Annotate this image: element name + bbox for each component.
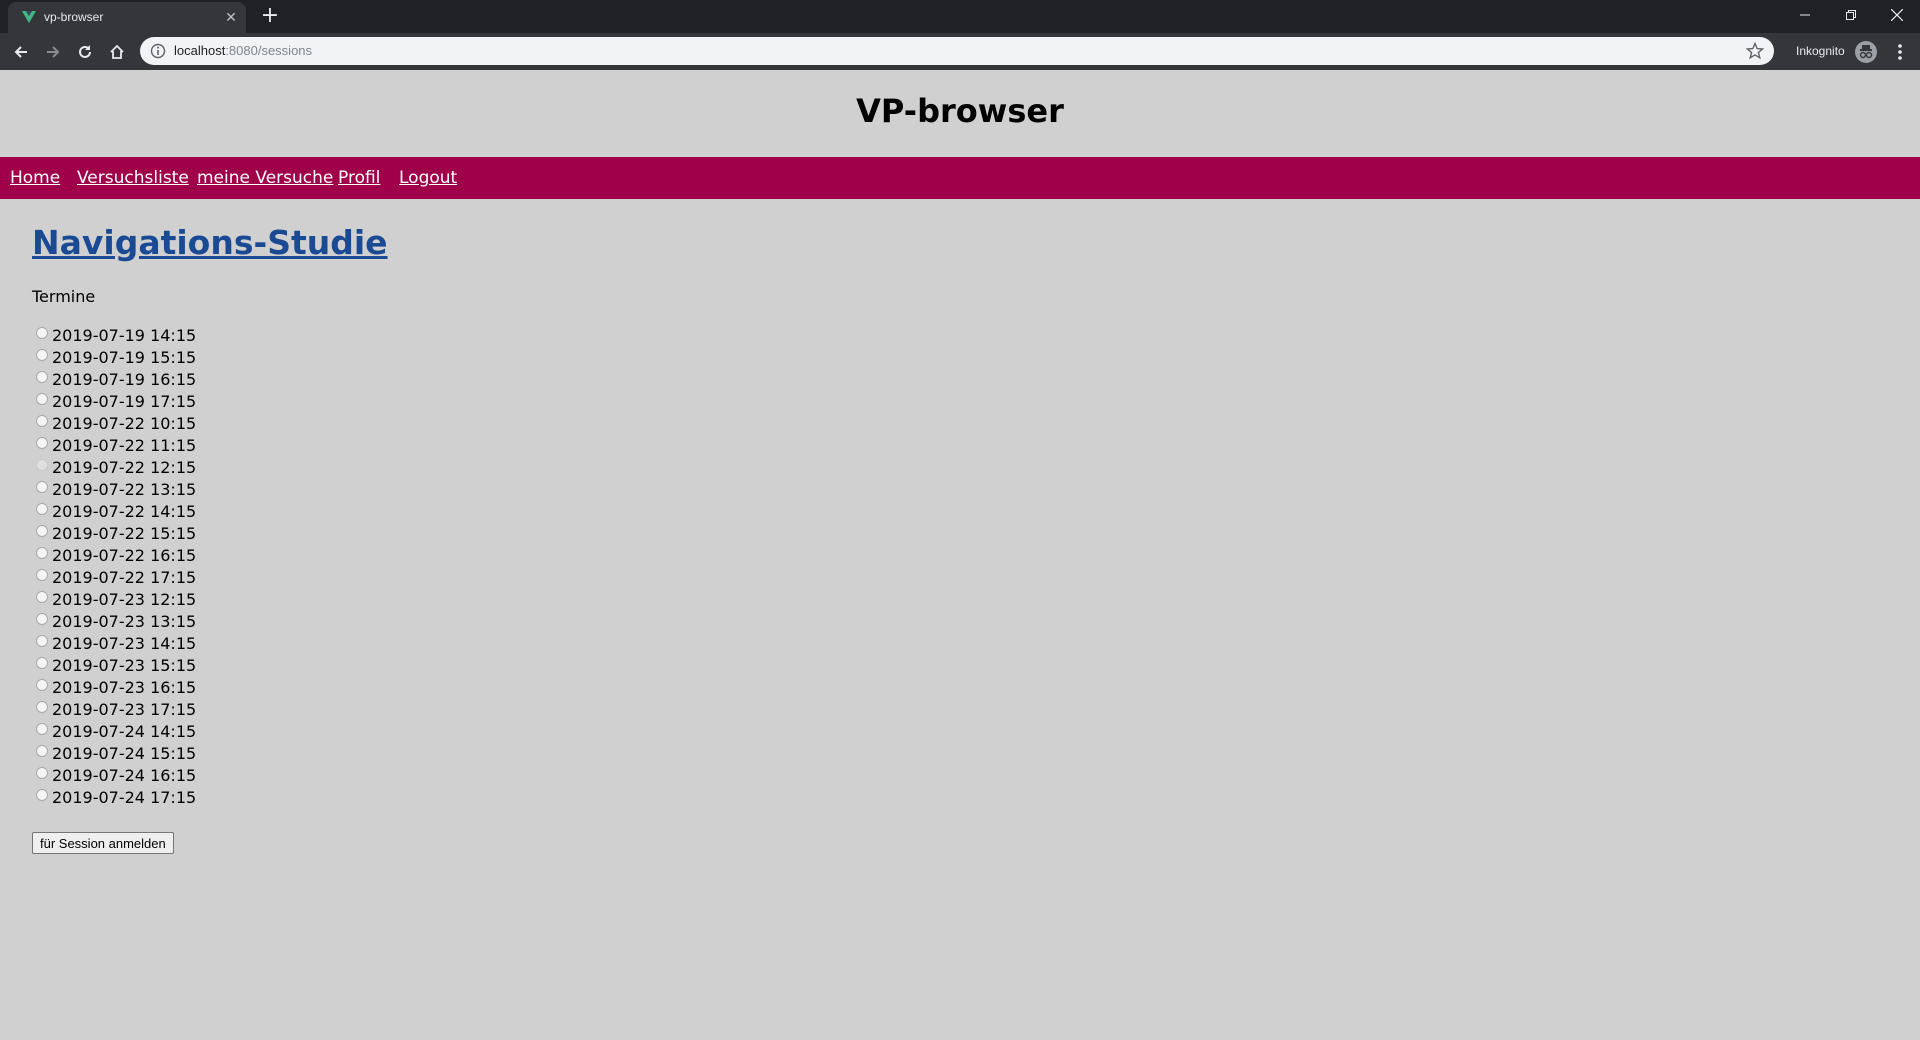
session-slot[interactable]: 2019-07-22 12:15 [36,456,196,478]
slot-label: 2019-07-23 15:15 [52,655,197,675]
home-icon[interactable] [104,39,130,65]
slot-radio[interactable] [36,327,48,339]
slot-radio[interactable] [36,481,48,493]
main-navbar: Home Versuchsliste meine Versuche Profil… [0,157,1920,199]
session-slot[interactable]: 2019-07-22 10:15 [36,412,196,434]
vue-logo-icon [22,11,36,23]
register-session-button[interactable]: für Session anmelden [32,832,174,854]
session-slot-list: 2019-07-19 14:15 2019-07-19 15:15 2019-0… [36,324,196,808]
incognito-icon[interactable] [1855,41,1877,63]
slot-label: 2019-07-19 17:15 [52,391,197,411]
session-slot[interactable]: 2019-07-23 15:15 [36,654,196,676]
nav-link-home[interactable]: Home [10,168,60,188]
tab-title: vp-browser [44,10,104,24]
nav-link-meine-versuche[interactable]: meine Versuche [197,168,333,188]
slot-label: 2019-07-23 13:15 [52,611,197,631]
slot-radio[interactable] [36,657,48,669]
session-slot[interactable]: 2019-07-22 14:15 [36,500,196,522]
slot-label: 2019-07-19 15:15 [52,347,197,367]
slot-radio[interactable] [36,635,48,647]
info-icon[interactable] [150,43,166,59]
slot-radio[interactable] [36,349,48,361]
slot-label: 2019-07-24 15:15 [52,743,197,763]
session-slot[interactable]: 2019-07-19 17:15 [36,390,196,412]
minimize-icon[interactable] [1782,0,1828,30]
session-slot[interactable]: 2019-07-19 14:15 [36,324,196,346]
slot-radio[interactable] [36,613,48,625]
page-content: VP-browser Home Versuchsliste meine Vers… [0,70,1920,1040]
slot-label: 2019-07-22 16:15 [52,545,197,565]
session-slot[interactable]: 2019-07-24 14:15 [36,720,196,742]
slot-radio[interactable] [36,701,48,713]
incognito-label: Inkognito [1796,44,1845,58]
slot-label: 2019-07-23 12:15 [52,589,197,609]
address-bar[interactable]: localhost:8080/sessions [140,37,1774,65]
slot-label: 2019-07-19 16:15 [52,369,197,389]
slot-label: 2019-07-22 14:15 [52,501,197,521]
bookmark-star-icon[interactable] [1746,42,1764,60]
slot-radio[interactable] [36,393,48,405]
session-slot[interactable]: 2019-07-19 15:15 [36,346,196,368]
slot-label: 2019-07-22 13:15 [52,479,197,499]
slot-radio[interactable] [36,767,48,779]
browser-tabstrip: vp-browser ✕ + [0,0,1920,33]
session-slot[interactable]: 2019-07-23 17:15 [36,698,196,720]
slot-label: 2019-07-23 16:15 [52,677,197,697]
slot-radio[interactable] [36,745,48,757]
new-tab-icon[interactable]: + [258,5,282,29]
tab-close-icon[interactable]: ✕ [223,10,239,26]
session-slot[interactable]: 2019-07-23 12:15 [36,588,196,610]
slot-radio[interactable] [36,503,48,515]
slot-label: 2019-07-22 12:15 [52,457,197,477]
back-arrow-icon[interactable] [8,39,34,65]
slot-radio[interactable] [36,569,48,581]
slot-label: 2019-07-22 11:15 [52,435,197,455]
session-slot[interactable]: 2019-07-24 17:15 [36,786,196,808]
close-window-icon[interactable] [1874,0,1920,30]
session-slot[interactable]: 2019-07-22 15:15 [36,522,196,544]
slot-radio[interactable] [36,679,48,691]
slot-radio[interactable] [36,723,48,735]
slot-label: 2019-07-24 14:15 [52,721,197,741]
slot-radio[interactable] [36,547,48,559]
kebab-menu-icon[interactable] [1890,41,1910,63]
termine-label: Termine [32,287,96,306]
slot-label: 2019-07-22 17:15 [52,567,197,587]
session-slot[interactable]: 2019-07-22 17:15 [36,566,196,588]
session-slot[interactable]: 2019-07-22 13:15 [36,478,196,500]
site-title: VP-browser [856,92,1064,130]
slot-label: 2019-07-19 14:15 [52,325,197,345]
session-slot[interactable]: 2019-07-19 16:15 [36,368,196,390]
session-slot[interactable]: 2019-07-22 16:15 [36,544,196,566]
session-slot[interactable]: 2019-07-22 11:15 [36,434,196,456]
browser-toolbar: localhost:8080/sessions Inkognito [0,33,1920,70]
slot-radio[interactable] [36,789,48,801]
restore-icon[interactable] [1828,0,1874,30]
study-title-link[interactable]: Navigations-Studie [32,223,388,262]
slot-label: 2019-07-22 15:15 [52,523,197,543]
reload-icon[interactable] [72,39,98,65]
slot-radio[interactable] [36,459,48,471]
slot-label: 2019-07-23 17:15 [52,699,197,719]
slot-label: 2019-07-24 17:15 [52,787,197,807]
session-slot[interactable]: 2019-07-23 14:15 [36,632,196,654]
slot-label: 2019-07-22 10:15 [52,413,197,433]
browser-tab[interactable]: vp-browser ✕ [8,2,246,33]
session-slot[interactable]: 2019-07-24 16:15 [36,764,196,786]
slot-radio[interactable] [36,591,48,603]
slot-radio[interactable] [36,437,48,449]
slot-label: 2019-07-23 14:15 [52,633,197,653]
nav-link-versuchsliste[interactable]: Versuchsliste [77,168,189,188]
session-slot[interactable]: 2019-07-23 13:15 [36,610,196,632]
address-url[interactable]: localhost:8080/sessions [174,43,312,58]
slot-radio[interactable] [36,415,48,427]
forward-arrow-icon[interactable] [40,39,66,65]
slot-radio[interactable] [36,525,48,537]
slot-label: 2019-07-24 16:15 [52,765,197,785]
slot-radio[interactable] [36,371,48,383]
session-slot[interactable]: 2019-07-23 16:15 [36,676,196,698]
nav-link-logout[interactable]: Logout [399,168,457,188]
nav-link-profil[interactable]: Profil [338,168,380,188]
session-slot[interactable]: 2019-07-24 15:15 [36,742,196,764]
